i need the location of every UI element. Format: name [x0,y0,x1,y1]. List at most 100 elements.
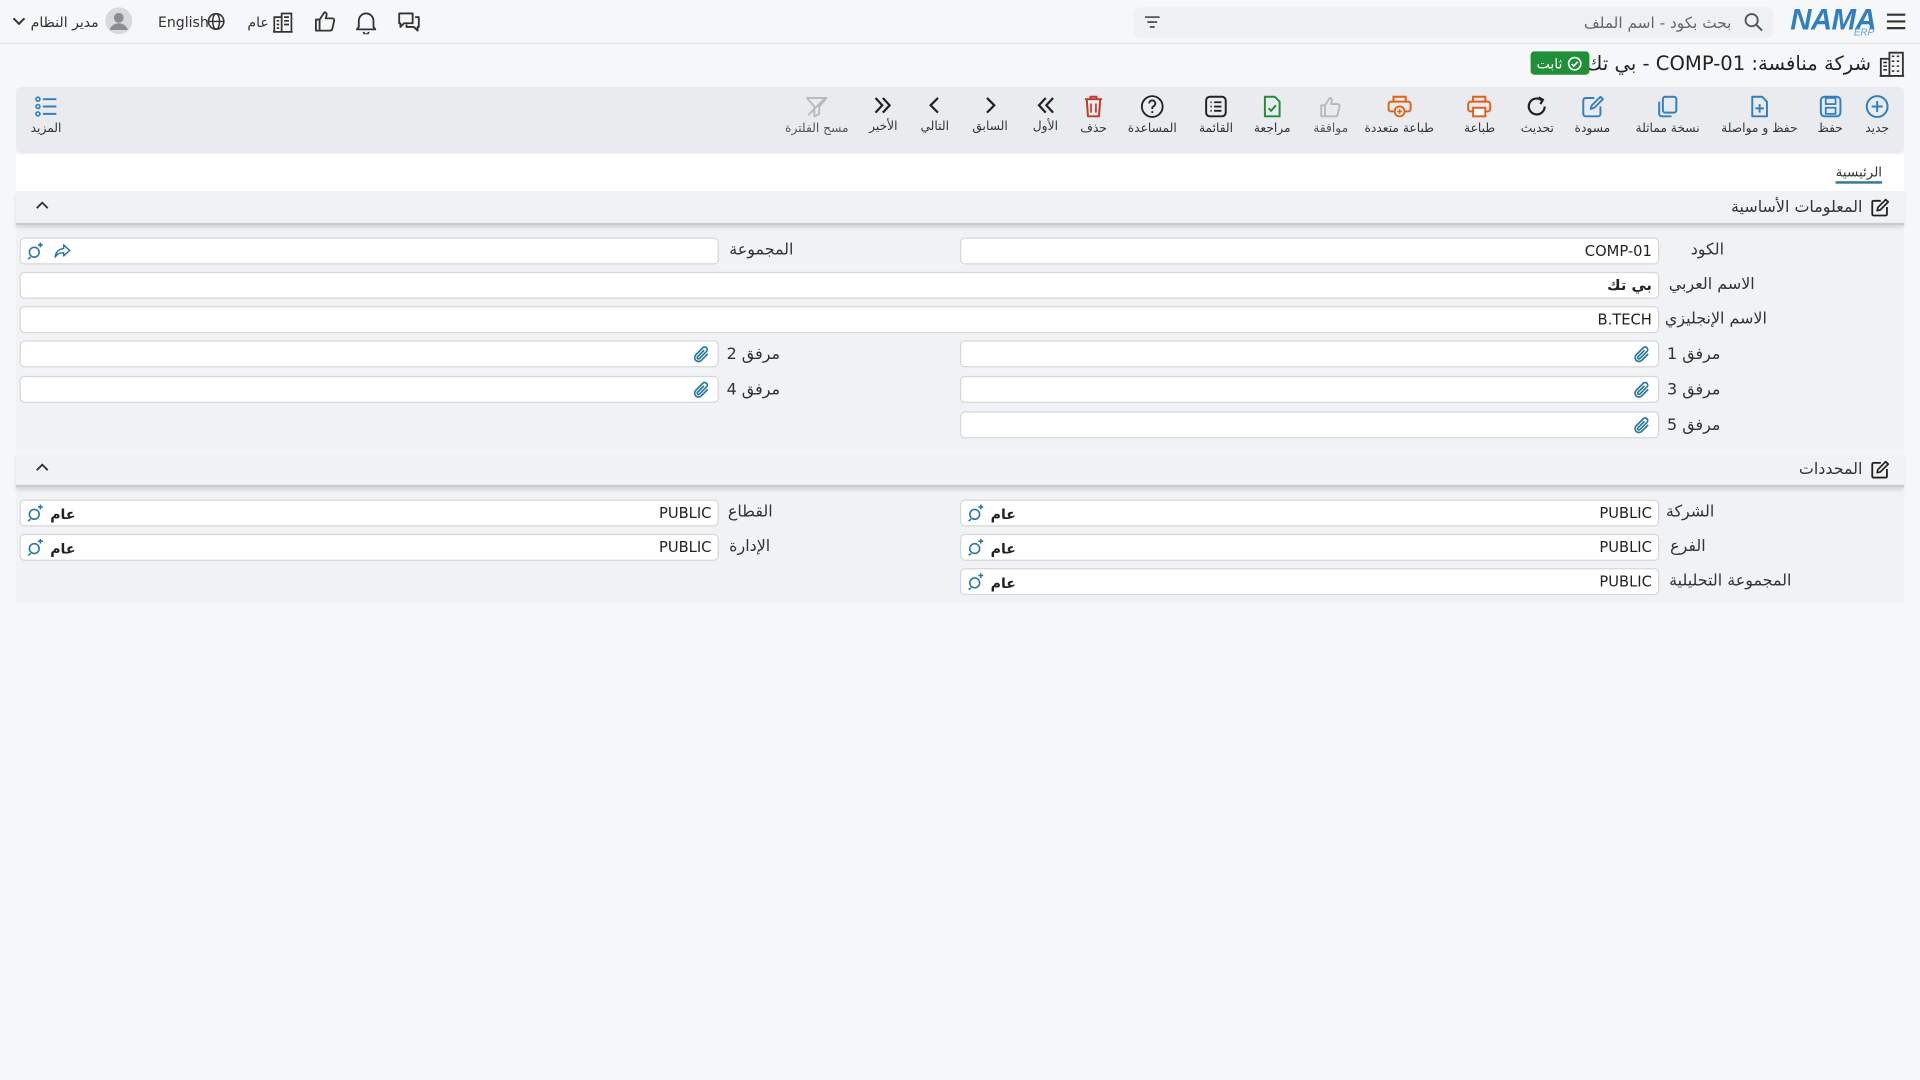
status-badge: ثابت [1530,51,1590,75]
company-field[interactable]: PUBLIC عام [960,499,1660,527]
help-button-label: المساعدة [1127,122,1177,136]
thumbs-up-icon [1319,97,1341,118]
branch-description: عام [990,540,1016,558]
app-root: NAMA ERP عام English [0,0,1920,1080]
global-search[interactable] [1133,7,1774,38]
group-search-icon[interactable] [27,242,44,260]
duplicate-button[interactable]: نسخة مماثلة [1636,94,1700,136]
multi-print-button[interactable]: طباعة متعددة [1364,94,1434,136]
branch-label[interactable]: عام [247,13,268,30]
review-button[interactable]: مراجعة [1254,94,1291,136]
copy-icon [1658,95,1678,118]
filter-icon[interactable] [1144,15,1161,30]
sector-field[interactable]: PUBLIC عام [19,499,719,527]
branch-building-icon[interactable] [272,11,294,33]
save-button[interactable]: حفظ [1817,94,1843,136]
attachment3-field[interactable] [960,375,1660,403]
attachment2-field[interactable] [19,340,719,368]
plus-circle-icon [1865,95,1889,118]
user-menu-chevron-down-icon[interactable] [12,17,26,26]
collapse-chevron-up-icon[interactable] [36,463,49,472]
approvals-thumbs-up-icon[interactable] [313,10,336,33]
help-button[interactable]: المساعدة [1128,94,1177,136]
previous-record-button[interactable]: السابق [972,94,1008,133]
branch-search-icon[interactable] [967,538,984,556]
attachment5-field[interactable] [960,411,1660,439]
first-record-button[interactable]: الأول [1033,94,1058,133]
more-button-label: المزيد [30,122,62,136]
search-input[interactable] [1192,9,1732,36]
attachment4-field[interactable] [19,375,719,403]
user-avatar-icon[interactable] [105,7,133,35]
multi-print-icon [1387,95,1412,118]
attachment1-paperclip-icon[interactable] [1633,345,1650,365]
list-button-label: القائمة [1198,122,1234,136]
arabic-name-field[interactable]: بي تك [19,271,1660,299]
refresh-button[interactable]: تحديث [1521,94,1554,136]
save-icon [1819,95,1841,118]
print-button-label: طباعة [1464,122,1496,136]
last-icon [875,97,892,114]
search-icon[interactable] [1744,12,1764,32]
branch-field[interactable]: PUBLIC عام [960,533,1660,561]
arabic-name-label: الاسم العربي [1668,275,1755,294]
duplicate-button-label: نسخة مماثلة [1635,122,1700,136]
help-icon [1140,95,1164,118]
code-field[interactable]: COMP-01 [960,237,1660,265]
save-and-continue-button[interactable]: حفظ و مواصلة [1721,94,1798,136]
sector-label: القطاع [727,503,773,522]
messages-icon[interactable] [397,10,421,34]
first-icon [1037,97,1054,114]
sector-search-icon[interactable] [27,504,44,522]
analysis-group-field[interactable]: PUBLIC عام [960,568,1660,596]
draft-button-label: مسودة [1574,122,1611,136]
edit-square-icon [1870,198,1890,218]
approve-button[interactable]: موافقة [1313,94,1348,136]
edit-square-icon [1870,460,1890,480]
company-search-icon[interactable] [967,504,984,522]
tab-main[interactable]: الرئيسية [1836,164,1882,180]
nama-logo[interactable]: NAMA ERP [1790,4,1876,38]
review-button-label: مراجعة [1253,122,1291,136]
arabic-name-value: بي تك [1607,276,1652,294]
notifications-bell-icon[interactable] [355,10,377,35]
save-button-label: حفظ [1817,122,1843,136]
department-code: PUBLIC [658,538,712,556]
attachment2-paperclip-icon[interactable] [693,345,710,365]
attachment3-paperclip-icon[interactable] [1633,381,1650,401]
group-field[interactable] [19,237,719,265]
more-button[interactable]: المزيد [30,94,62,136]
dimensions-header[interactable]: المحددات [15,453,1905,488]
list-button[interactable]: القائمة [1199,94,1233,136]
collapse-chevron-up-icon[interactable] [36,201,49,210]
clear-filter-button[interactable]: مسح الفلترة [785,94,849,136]
next-record-button[interactable]: التالي [920,94,949,133]
first-record-label: الأول [1032,120,1058,134]
company-code: PUBLIC [1599,504,1652,522]
delete-button-label: حذف [1080,122,1107,136]
new-button[interactable]: جديد [1865,94,1889,136]
sector-code: PUBLIC [658,504,712,522]
english-name-field[interactable]: B.TECH [19,306,1660,334]
hamburger-menu-icon[interactable] [1886,11,1907,32]
more-list-icon [34,96,56,117]
department-field[interactable]: PUBLIC عام [19,533,719,561]
last-record-button[interactable]: الأخير [869,94,898,134]
attachment4-paperclip-icon[interactable] [693,381,710,401]
delete-button[interactable]: حذف [1080,94,1107,136]
group-open-share-icon[interactable] [54,244,71,259]
department-search-icon[interactable] [27,538,44,556]
last-record-label: الأخير [869,120,898,134]
attachment5-paperclip-icon[interactable] [1633,416,1650,436]
language-switch[interactable]: English [158,13,209,30]
print-button[interactable]: طباعة [1464,94,1495,136]
attachment1-field[interactable] [960,340,1660,368]
save-continue-icon [1751,95,1768,118]
analysis-group-search-icon[interactable] [967,573,984,591]
draft-button[interactable]: مسودة [1574,94,1611,136]
refresh-button-label: تحديث [1520,122,1554,136]
delete-icon [1085,95,1103,118]
globe-icon[interactable] [207,12,225,30]
user-name[interactable]: مدير النظام [31,13,99,30]
basic-info-header[interactable]: المعلومات الأساسية [15,191,1905,226]
